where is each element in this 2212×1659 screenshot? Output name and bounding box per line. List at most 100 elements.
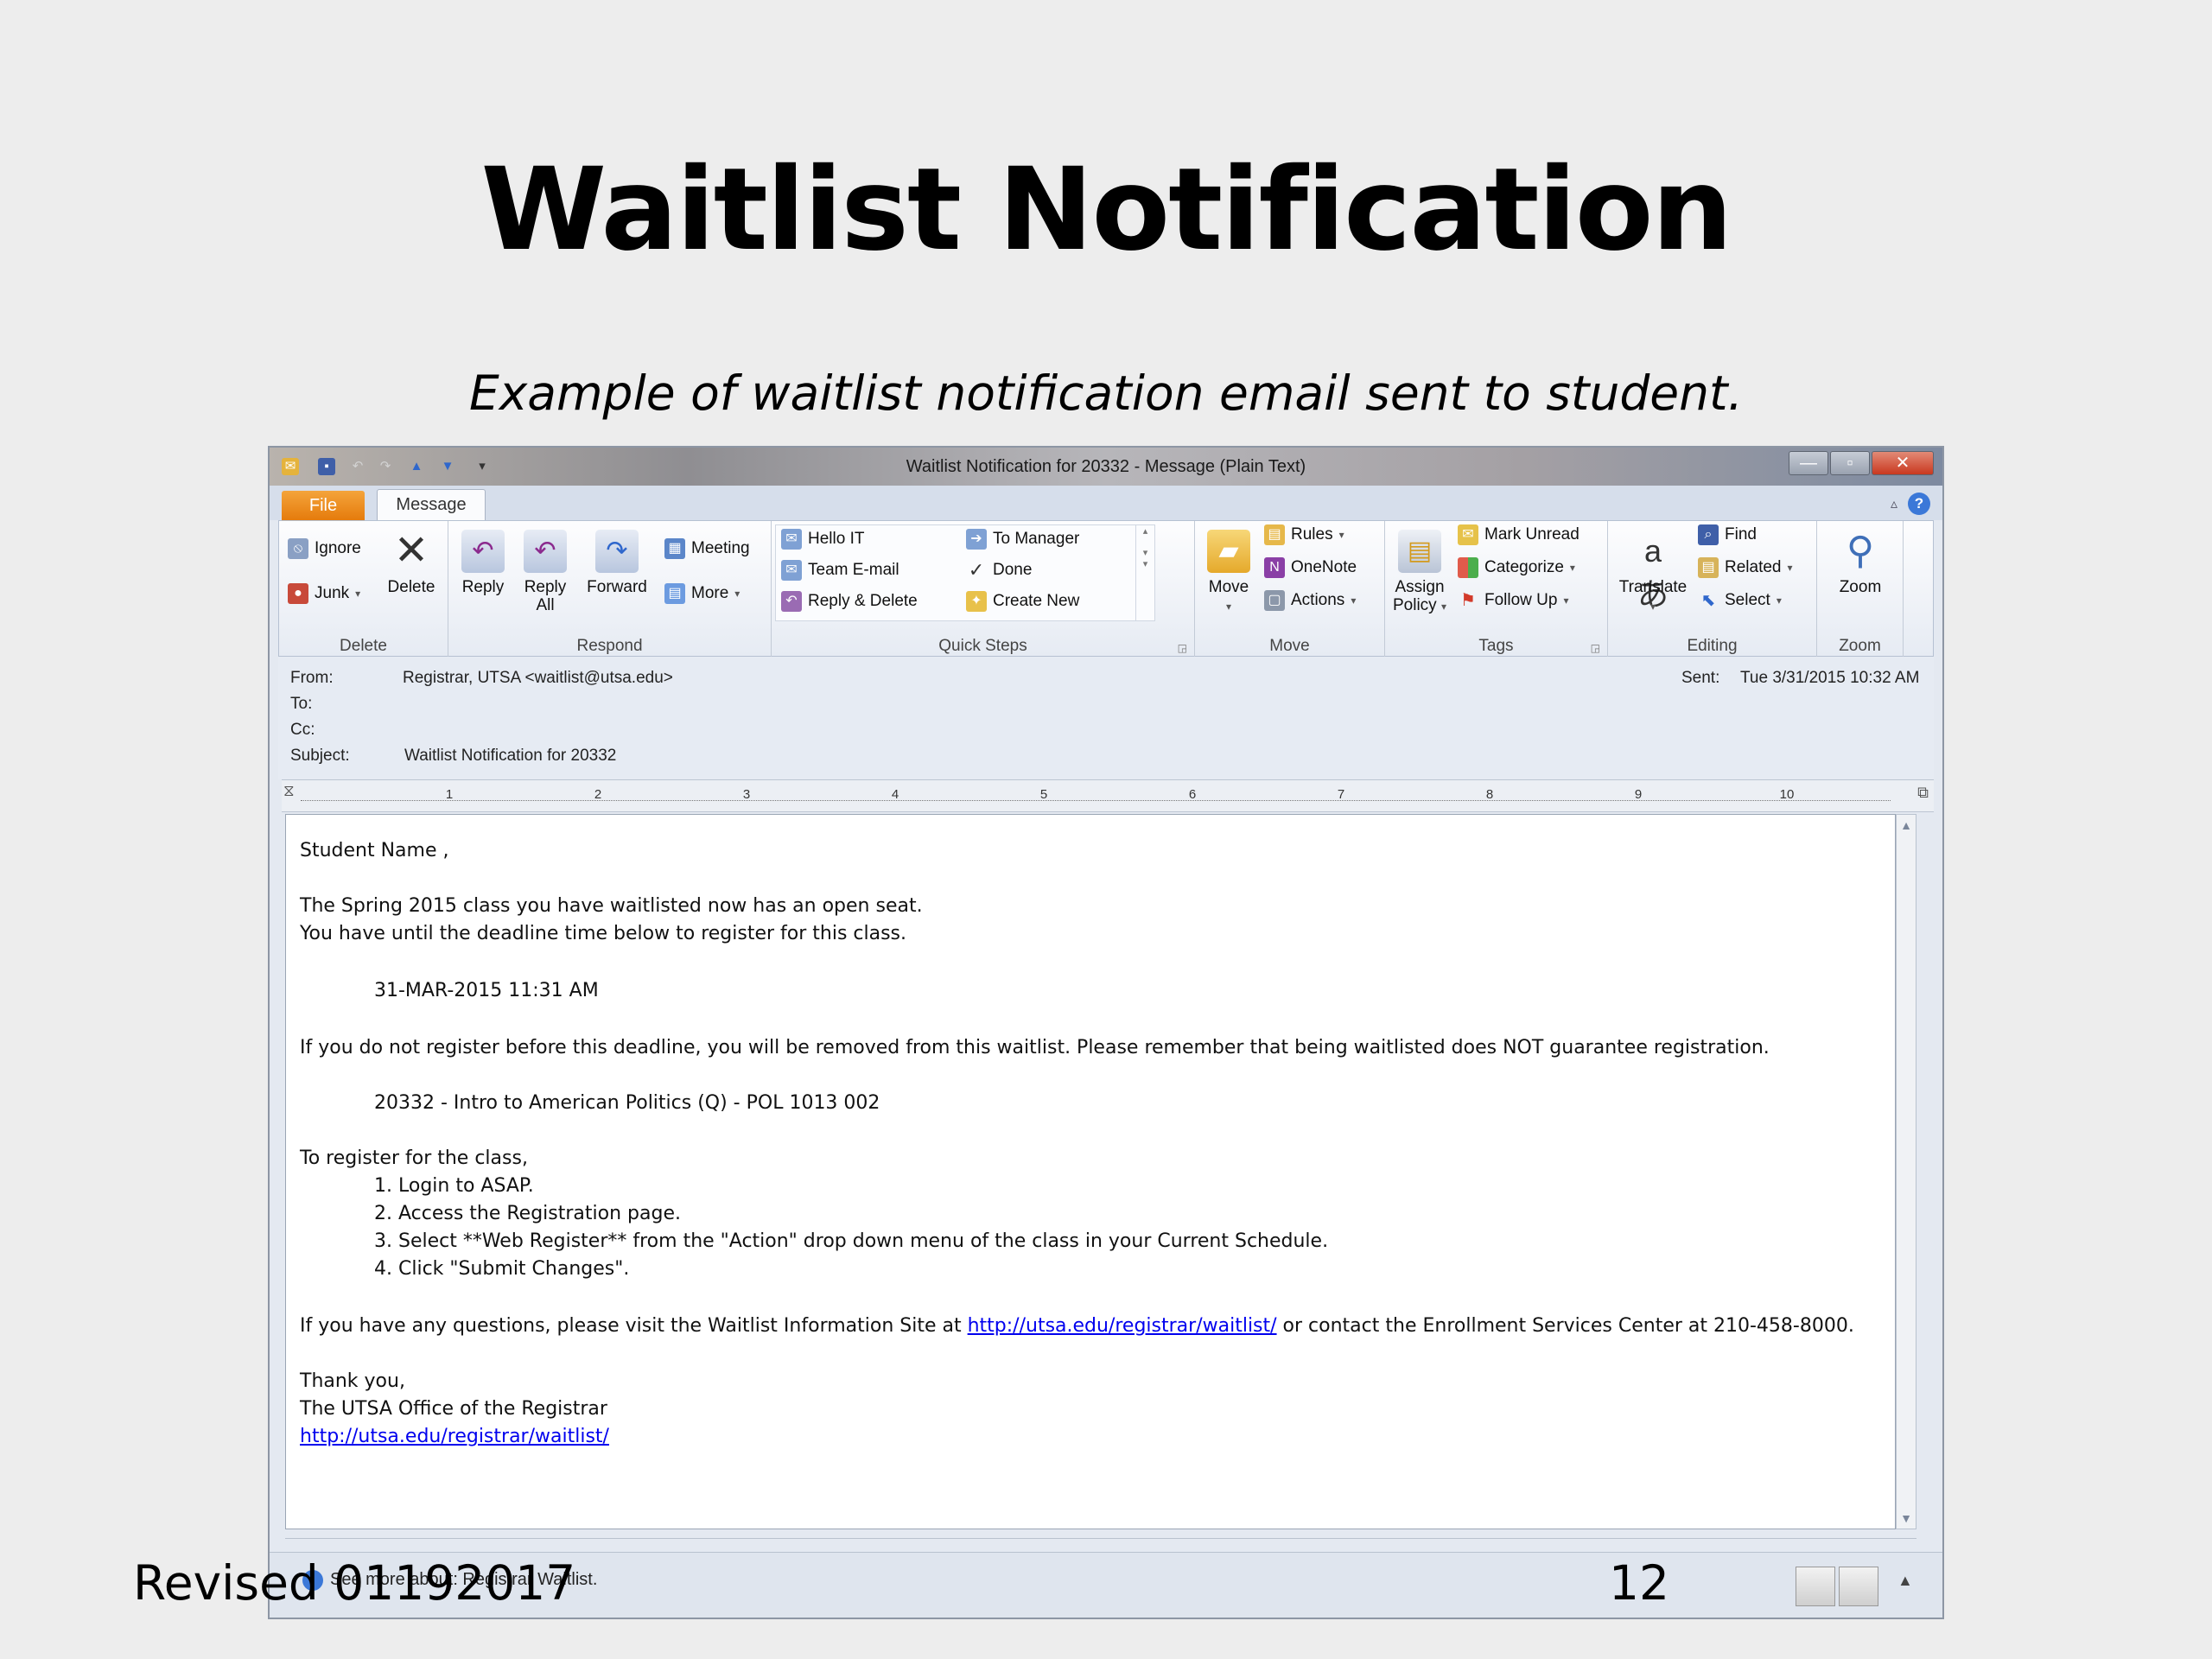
categorize-label: Categorize — [1484, 558, 1564, 576]
assign-policy-label-2: Policy — [1393, 596, 1437, 614]
forward-mail-icon: ✉ — [781, 529, 802, 550]
quick-step-team-email[interactable]: ✉ Team E-mail — [781, 560, 899, 581]
delete-button[interactable]: ✕ Delete — [381, 530, 442, 597]
tab-file[interactable]: File — [282, 491, 365, 520]
vertical-scrollbar[interactable]: ▲ ▼ — [1896, 814, 1916, 1529]
select-button[interactable]: ⬉ Select ▾ — [1698, 590, 1782, 611]
categorize-button[interactable]: Categorize ▾ — [1458, 557, 1575, 578]
reply-all-icon: ↶ — [524, 530, 567, 573]
flag-icon: ⚑ — [1460, 591, 1476, 610]
junk-button[interactable]: ● Junk ▾ — [288, 583, 360, 604]
reply-delete-label: Reply & Delete — [808, 592, 918, 610]
respond-group: ↶ Reply ↶ Reply All ↷ Forward ▦ Meeting … — [448, 521, 772, 658]
body-line-1: The Spring 2015 class you have waitliste… — [300, 895, 923, 917]
calendar-icon: ▦ — [664, 538, 685, 559]
to-label: To: — [290, 695, 313, 713]
quick-step-to-manager[interactable]: ➔ To Manager — [966, 529, 1079, 550]
from-label: From: — [290, 669, 334, 687]
translate-button[interactable]: aあ Translate ▾ — [1613, 530, 1693, 616]
reply-all-button[interactable]: ↶ Reply All — [519, 530, 571, 614]
to-manager-icon: ➔ — [966, 529, 987, 550]
forward-label: Forward — [587, 578, 647, 596]
related-icon: ▤ — [1698, 557, 1719, 578]
assign-policy-button[interactable]: ▤ Assign Policy ▾ — [1390, 530, 1449, 616]
move-button[interactable]: ▰ Move ▾ — [1202, 530, 1255, 616]
quick-steps-scroll[interactable]: ▴ ▾ ▾ — [1135, 525, 1154, 620]
assign-policy-label-1: Assign — [1395, 578, 1445, 596]
scroll-up-icon[interactable]: ▲ — [1897, 818, 1916, 832]
cc-label: Cc: — [290, 721, 315, 739]
follow-up-label: Follow Up — [1484, 591, 1558, 609]
find-button[interactable]: ⌕ Find — [1698, 524, 1757, 545]
mark-unread-button[interactable]: ✉ Mark Unread — [1458, 524, 1580, 545]
checkmark-icon: ✓ — [968, 559, 985, 581]
signature-link[interactable]: http://utsa.edu/registrar/waitlist/ — [300, 1425, 609, 1449]
ruler-number: 2 — [594, 787, 602, 802]
magnifier-icon: ⚲ — [1846, 530, 1875, 572]
delete-group-label: Delete — [340, 637, 387, 655]
ignore-button[interactable]: ⦸ Ignore — [288, 538, 361, 559]
ruler-toggle-icon[interactable]: ⧉ — [1917, 784, 1929, 802]
step-1: 1. Login to ASAP. — [374, 1175, 534, 1197]
forward-button[interactable]: ↷ Forward — [582, 530, 652, 596]
ruler-number: 10 — [1779, 787, 1795, 802]
quick-step-hello-it[interactable]: ✉ Hello IT — [781, 529, 864, 550]
quick-steps-group-label: Quick Steps — [938, 637, 1027, 655]
reply-all-label-1: Reply — [524, 578, 567, 596]
reply-label: Reply — [461, 578, 505, 596]
reply-button[interactable]: ↶ Reply — [457, 530, 509, 596]
related-button[interactable]: ▤ Related ▾ — [1698, 557, 1793, 578]
message-body[interactable]: Student Name , The Spring 2015 class you… — [285, 814, 1896, 1529]
team-mail-icon: ✉ — [781, 560, 802, 581]
minimize-button[interactable]: — — [1789, 451, 1828, 475]
ruler[interactable]: ⧖ 1 2 3 4 5 6 7 8 9 10 ⧉ — [282, 779, 1934, 812]
chevron-down-icon: ▾ — [1440, 601, 1446, 613]
subject-value: Waitlist Notification for 20332 — [404, 747, 617, 765]
ruler-number: 4 — [891, 787, 899, 802]
ruler-number: 9 — [1634, 787, 1643, 802]
quick-step-done[interactable]: ✓ Done — [966, 559, 1033, 581]
ribbon: ⦸ Ignore ● Junk ▾ ✕ Delete Delete ↶ Repl… — [278, 520, 1934, 658]
junk-label: Junk — [315, 584, 350, 602]
page-number: 12 — [1609, 1555, 1669, 1611]
meeting-button[interactable]: ▦ Meeting — [664, 538, 750, 559]
actions-label: Actions — [1291, 591, 1345, 609]
indent-marker-icon[interactable]: ⧖ — [283, 782, 295, 800]
maximize-button[interactable]: ▫ — [1830, 451, 1870, 475]
sent-label: Sent: — [1681, 669, 1720, 687]
course-line: 20332 - Intro to American Politics (Q) -… — [374, 1092, 880, 1114]
reply-all-label-2: All — [536, 596, 555, 614]
close-button[interactable]: ✕ — [1872, 451, 1934, 475]
step-3: 3. Select **Web Register** from the "Act… — [374, 1230, 1329, 1252]
editing-group: aあ Translate ▾ ⌕ Find ▤ Related ▾ ⬉ Sele… — [1608, 521, 1817, 658]
from-value[interactable]: Registrar, UTSA <waitlist@utsa.edu> — [403, 669, 673, 688]
meeting-label: Meeting — [691, 539, 750, 557]
editing-group-label: Editing — [1687, 637, 1738, 655]
waitlist-link[interactable]: http://utsa.edu/registrar/waitlist/ — [968, 1315, 1277, 1337]
title-bar: ✉ ▪ ↶ ↷ ▲ ▼ ▾ Waitlist Notification for … — [270, 448, 1942, 486]
quick-step-create-new[interactable]: ✦ Create New — [966, 591, 1079, 612]
avatar-icon[interactable] — [1796, 1567, 1835, 1606]
warning-text: If you do not register before this deadl… — [300, 1037, 1770, 1058]
chevron-down-icon: ▾ — [1787, 562, 1793, 574]
ignore-icon: ⦸ — [288, 538, 308, 559]
actions-button[interactable]: ▢ Actions ▾ — [1264, 590, 1356, 611]
follow-up-button[interactable]: ⚑ Follow Up ▾ — [1458, 590, 1568, 611]
more-button[interactable]: ▤ More ▾ — [664, 583, 740, 604]
binoculars-icon: ⌕ — [1698, 524, 1719, 545]
envelope-icon: ✉ — [1458, 524, 1478, 545]
help-icon[interactable]: ? — [1908, 493, 1930, 515]
quick-step-reply-delete[interactable]: ↶ Reply & Delete — [781, 591, 918, 612]
minimize-ribbon-icon[interactable]: ▵ — [1891, 495, 1897, 512]
onenote-button[interactable]: N OneNote — [1264, 557, 1357, 578]
tab-message[interactable]: Message — [377, 489, 486, 520]
scroll-down-icon[interactable]: ▼ — [1897, 1511, 1916, 1525]
ruler-number: 6 — [1188, 787, 1197, 802]
questions-post: or contact the Enrollment Services Cente… — [1276, 1315, 1854, 1337]
rules-button[interactable]: ▤ Rules ▾ — [1264, 524, 1344, 545]
policy-icon: ▤ — [1398, 530, 1441, 573]
onenote-label: OneNote — [1291, 558, 1357, 576]
avatar-icon[interactable] — [1839, 1567, 1878, 1606]
expand-pane-icon[interactable]: ▲ — [1897, 1572, 1913, 1590]
zoom-button[interactable]: ⚲ Zoom — [1829, 530, 1891, 596]
